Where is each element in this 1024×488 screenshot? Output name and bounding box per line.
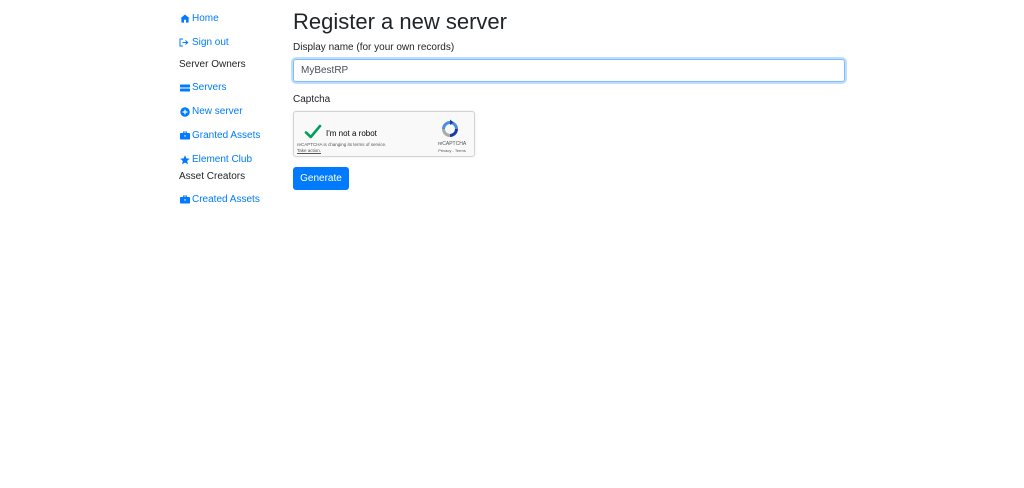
- plus-circle-icon: [179, 106, 190, 117]
- sidebar-item-sign-out[interactable]: Sign out: [179, 37, 229, 48]
- recaptcha-logo-icon: [440, 119, 460, 139]
- display-name-input[interactable]: [293, 59, 845, 82]
- captcha-label: Captcha: [293, 94, 331, 105]
- recaptcha-privacy-terms: Privacy - Terms: [430, 148, 474, 153]
- recaptcha-checkbox[interactable]: [304, 123, 322, 141]
- sidebar-item-home[interactable]: Home: [179, 13, 219, 24]
- home-icon: [179, 14, 190, 24]
- recaptcha-terms-link[interactable]: Terms: [455, 148, 466, 153]
- briefcase-icon: [179, 131, 190, 141]
- sidebar-item-label: Home: [192, 13, 219, 24]
- sidebar-item-created-assets[interactable]: Created Assets: [179, 194, 260, 205]
- sidebar-item-label: Granted Assets: [192, 130, 261, 141]
- sidebar-item-new-server[interactable]: New server: [179, 106, 243, 117]
- sidebar-item-element-club[interactable]: Element Club: [179, 154, 252, 165]
- sidebar-item-label: Element Club: [192, 154, 253, 165]
- section-heading-server-owners: Server Owners: [179, 59, 246, 70]
- display-name-label: Display name (for your own records): [293, 42, 455, 53]
- sidebar-item-label: New server: [192, 106, 243, 117]
- recaptcha-notice: reCAPTCHA is changing its terms of servi…: [297, 142, 386, 154]
- briefcase-icon: [179, 195, 190, 205]
- checkmark-icon: [304, 124, 322, 139]
- sidebar-item-granted-assets[interactable]: Granted Assets: [179, 130, 260, 141]
- recaptcha-privacy-link[interactable]: Privacy: [438, 148, 451, 153]
- sidebar-item-label: Created Assets: [192, 194, 260, 205]
- page-title: Register a new server: [293, 9, 507, 34]
- server-icon: [179, 83, 190, 93]
- recaptcha-widget: I'm not a robot reCAPTCHA is changing it…: [293, 111, 475, 157]
- sign-out-icon: [179, 38, 190, 48]
- generate-button[interactable]: Generate: [293, 167, 349, 190]
- sidebar-item-label: Servers: [192, 82, 227, 93]
- recaptcha-brand: reCAPTCHA: [437, 141, 467, 147]
- recaptcha-take-action-link[interactable]: Take action.: [297, 148, 386, 154]
- recaptcha-checkbox-label: I'm not a robot: [326, 129, 377, 138]
- sidebar-item-label: Sign out: [192, 37, 229, 48]
- star-icon: [179, 154, 190, 165]
- section-heading-asset-creators: Asset Creators: [179, 171, 246, 182]
- sidebar-item-servers[interactable]: Servers: [179, 82, 226, 93]
